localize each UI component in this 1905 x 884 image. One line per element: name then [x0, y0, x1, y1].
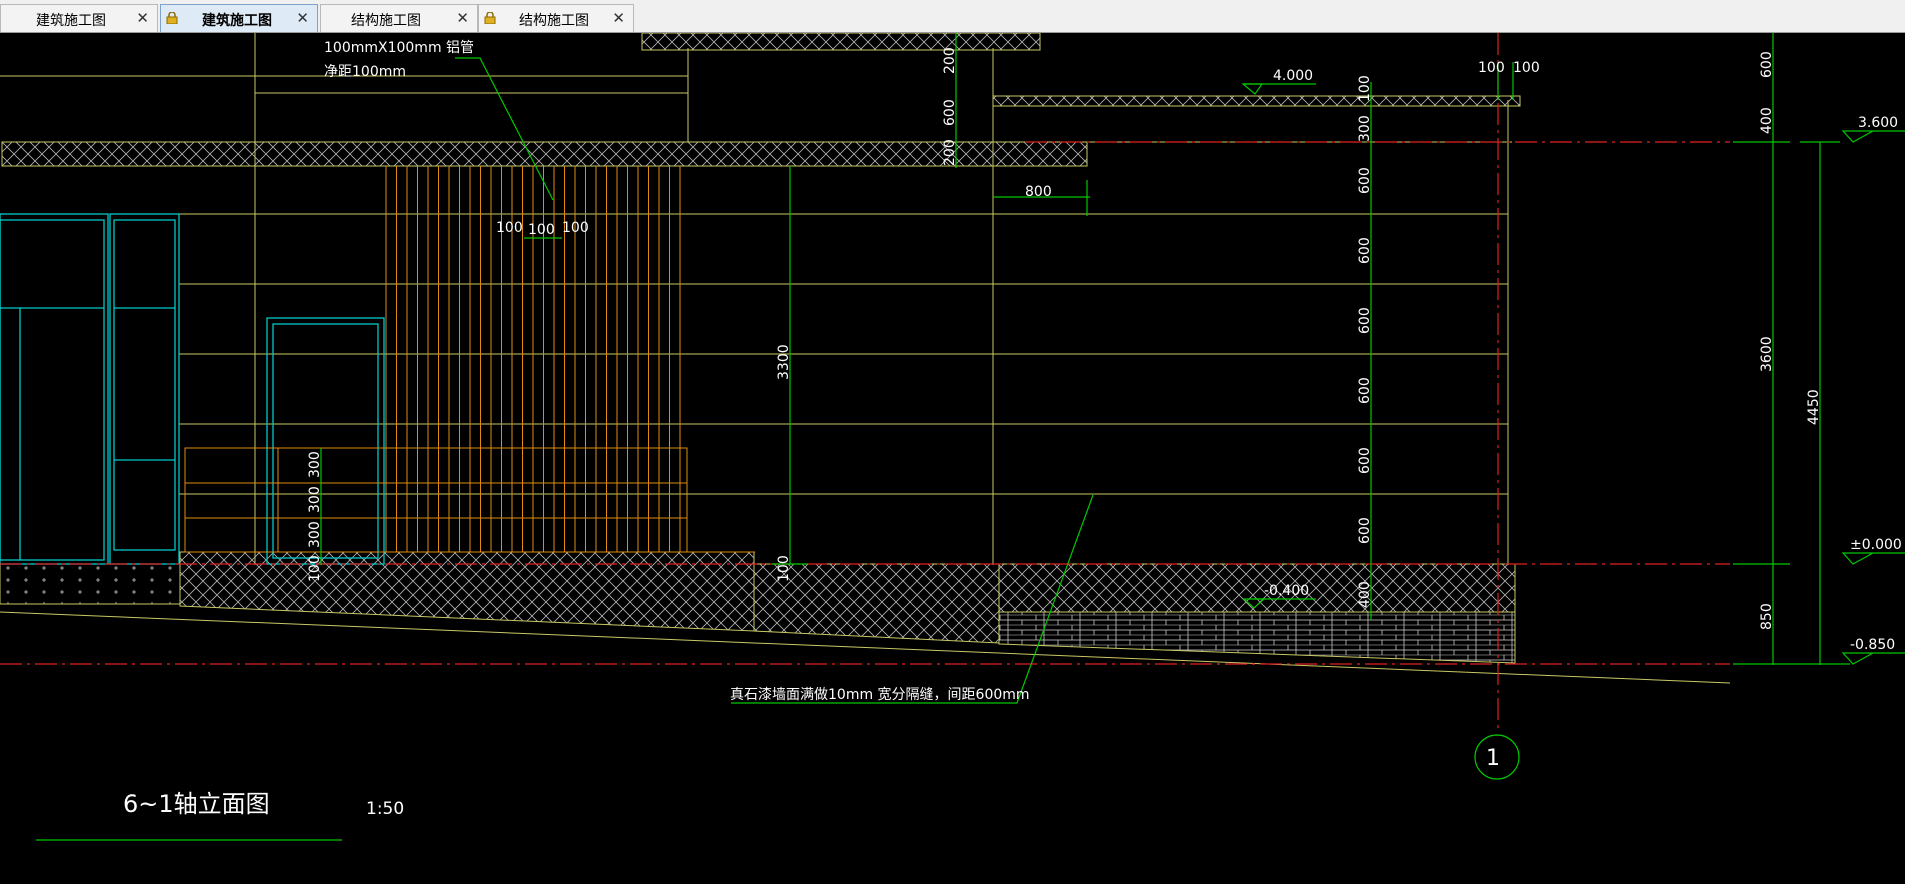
roof-slabs [1, 33, 1521, 167]
tab-struct-drawing-1[interactable]: 结构施工图 ✕ [320, 4, 478, 32]
dimension-text: 100 [496, 220, 523, 236]
elevation-m0850: -0.850 [1850, 637, 1895, 653]
wall-note: 真石漆墙面满做10mm 宽分隔缝，间距600mm [730, 686, 1030, 703]
close-icon[interactable]: ✕ [612, 9, 625, 27]
tab-label: 建筑施工图 [36, 13, 106, 29]
dimension-text: 3300 [776, 344, 792, 380]
dimension-text: 600 [1357, 307, 1373, 334]
tab-label: 结构施工图 [351, 13, 421, 29]
dimension-text: 300 [307, 451, 323, 478]
dimension-text: 4450 [1806, 389, 1822, 425]
lock-icon [484, 12, 496, 24]
dimension-text: 600 [1357, 447, 1373, 474]
dimension-text: 300 [1357, 115, 1373, 142]
dimension-text: 600 [1357, 167, 1373, 194]
elevation-3600: 3.600 [1858, 115, 1898, 131]
tab-struct-drawing-2[interactable]: 结构施工图 ✕ [478, 4, 634, 32]
axis-number: 1 [1486, 746, 1500, 771]
tab-arch-drawing-2[interactable]: 建筑施工图 ✕ [160, 4, 318, 32]
close-icon[interactable]: ✕ [296, 9, 309, 27]
dimension-text: 400 [1759, 107, 1775, 134]
dimension-text: 600 [1357, 517, 1373, 544]
dimension-text: 300 [307, 486, 323, 513]
dimension-text: 600 [942, 99, 958, 126]
drawing-scale: 1:50 [366, 799, 404, 819]
tab-bar: 建筑施工图 ✕ 建筑施工图 ✕ 结构施工图 ✕ 结构施工图 ✕ [0, 0, 1905, 33]
tab-label: 建筑施工图 [202, 13, 272, 29]
dimension-text: 850 [1759, 603, 1775, 630]
tab-label: 结构施工图 [519, 13, 589, 29]
dimension-text: 100 [1478, 60, 1505, 76]
dimension-text: 600 [1357, 377, 1373, 404]
pipe-note-line1: 100mmX100mm 铝管 [324, 40, 474, 56]
windows-doors [0, 213, 385, 565]
dimension-text: 300 [307, 521, 323, 548]
elevation-m0400: -0.400 [1264, 583, 1309, 599]
dimension-text: 400 [1357, 581, 1373, 608]
ground-foundation [0, 551, 1516, 664]
dimension-text: 100 [1357, 75, 1373, 102]
dimension-text: 200 [942, 139, 958, 166]
dimension-text: 100 [307, 555, 323, 582]
dimension-text: 200 [942, 47, 958, 74]
dimension-text: 600 [1759, 51, 1775, 78]
elevation-000: ±0.000 [1850, 537, 1902, 553]
dimension-text: 100 [1513, 60, 1540, 76]
close-icon[interactable]: ✕ [136, 9, 149, 27]
dimension-text: 800 [1025, 184, 1052, 200]
pipe-note-line2: 净距100mm [324, 64, 406, 80]
dimension-text: 100 [562, 220, 589, 236]
dimension-text: 600 [1357, 237, 1373, 264]
dimension-text: 3600 [1759, 336, 1775, 372]
drawing-title: 6~1轴立面图 [123, 790, 270, 818]
drawing-canvas[interactable]: 100mmX100mm 铝管 净距100mm 真石漆墙面满做10mm 宽分隔缝，… [0, 33, 1905, 884]
elevation-4000: 4.000 [1273, 68, 1313, 84]
dimension-text: 100 [528, 222, 555, 238]
lock-icon [166, 12, 178, 24]
close-icon[interactable]: ✕ [456, 9, 469, 27]
dimension-text: 100 [776, 555, 792, 582]
tab-arch-drawing-1[interactable]: 建筑施工图 ✕ [0, 4, 158, 32]
